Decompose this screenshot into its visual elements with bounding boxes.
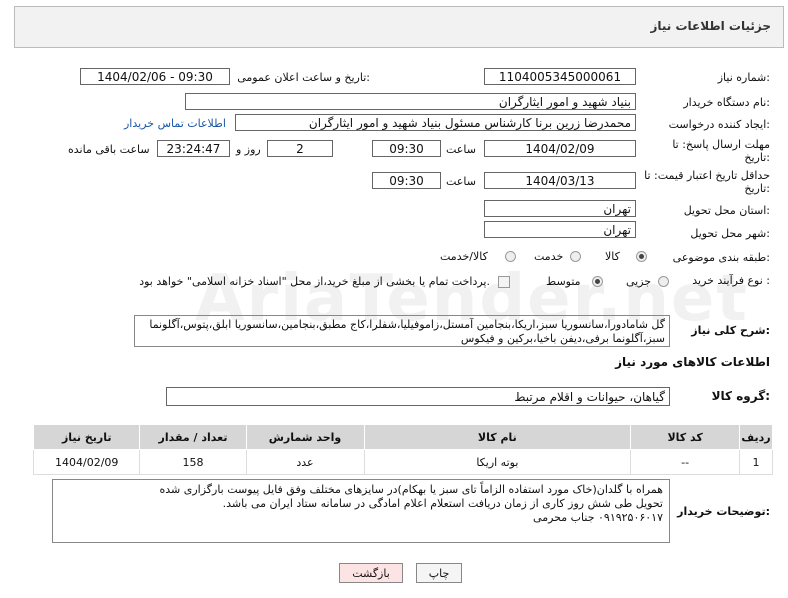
col-qty: تعداد / مقدار — [139, 424, 247, 450]
category-both-label: کالا/خدمت — [440, 250, 488, 263]
reply-date-field: 1404/02/09 — [484, 140, 636, 157]
need-number-label: شماره نیاز: — [717, 71, 770, 84]
treasury-checkbox[interactable] — [498, 276, 510, 288]
description-field: گل شامادورا،سانسوریا سبز،اریکا،بنجامین آ… — [134, 315, 670, 347]
announce-field: 1404/02/06 - 09:30 — [80, 68, 230, 85]
days-label: روز و — [236, 143, 261, 156]
purchase-small-radio[interactable] — [658, 276, 669, 287]
city-field: تهران — [484, 221, 636, 238]
category-service-radio[interactable] — [570, 251, 581, 262]
table-row[interactable]: 1 -- بوته اریکا عدد 158 1404/02/09 — [32, 449, 773, 475]
back-button[interactable]: بازگشت — [339, 563, 403, 583]
notes-line: تحویل طی شش روز کاری از زمان دریافت استع… — [222, 497, 663, 510]
province-label: استان محل تحویل: — [683, 204, 770, 217]
cell-name: بوته اریکا — [363, 449, 632, 475]
remaining-label: ساعت باقی مانده — [68, 143, 150, 156]
col-date: تاریخ نیاز — [32, 424, 141, 450]
category-goods-radio[interactable] — [636, 251, 647, 262]
notes-label: توضیحات خریدار: — [677, 505, 770, 518]
need-number-field: 1104005345000061 — [484, 68, 636, 85]
col-code: کد کالا — [630, 424, 741, 450]
purchase-medium-label: متوسط — [546, 275, 581, 288]
category-service-label: خدمت — [534, 250, 564, 263]
reply-time-label: ساعت — [446, 143, 476, 156]
price-date-field: 1404/03/13 — [484, 172, 636, 189]
col-unit: واحد شمارش — [245, 424, 365, 450]
cell-unit: عدد — [245, 449, 365, 475]
price-deadline-label: حداقل تاریخ اعتبار قیمت: تا تاریخ: — [644, 169, 770, 195]
remaining-time-field: 23:24:47 — [157, 140, 230, 157]
announce-label: تاریخ و ساعت اعلان عمومی: — [237, 71, 370, 84]
notes-line: ۰۹۱۹۲۵۰۶۰۱۷ جناب محرمی — [533, 511, 663, 524]
cell-date: 1404/02/09 — [32, 449, 141, 475]
col-name: نام کالا — [363, 424, 632, 450]
category-goods-label: کالا — [605, 250, 620, 263]
creator-field: محمدرضا زرین برنا کارشناس مسئول بنیاد شه… — [235, 114, 636, 131]
cell-row: 1 — [739, 449, 773, 475]
goods-section-title: اطلاعات کالاهای مورد نیاز — [615, 355, 770, 369]
category-label: طبقه بندی موضوعی: — [672, 251, 770, 264]
goods-group-field: گیاهان، حیوانات و اقلام مرتبط — [166, 387, 670, 406]
description-label: شرح کلی نیاز: — [691, 324, 770, 337]
reply-time-field: 09:30 — [372, 140, 441, 157]
purchase-small-label: جزیی — [626, 275, 652, 288]
goods-group-label: گروه کالا: — [711, 389, 770, 403]
notes-field: همراه با گلدان(خاک مورد استفاده الزاماً … — [52, 479, 670, 543]
price-time-label: ساعت — [446, 175, 476, 188]
creator-label: ایجاد کننده درخواست: — [668, 118, 770, 131]
notes-line: همراه با گلدان(خاک مورد استفاده الزاماً … — [159, 483, 663, 496]
payment-note: پرداخت تمام یا بخشی از مبلغ خرید،از محل … — [139, 275, 490, 288]
goods-table: ردیف کد کالا نام کالا واحد شمارش تعداد /… — [32, 424, 773, 475]
cell-qty: 158 — [139, 449, 247, 475]
page-title: جزئیات اطلاعات نیاز — [650, 19, 771, 33]
buyer-org-field: بنیاد شهید و امور ایثارگران — [185, 93, 636, 110]
days-field: 2 — [267, 140, 333, 157]
province-field: تهران — [484, 200, 636, 217]
category-both-radio[interactable] — [505, 251, 516, 262]
city-label: شهر محل تحویل: — [690, 227, 770, 240]
reply-deadline-label: مهلت ارسال پاسخ: تا تاریخ: — [672, 138, 770, 164]
purchase-medium-radio[interactable] — [592, 276, 603, 287]
goods-table-header: ردیف کد کالا نام کالا واحد شمارش تعداد /… — [32, 424, 773, 450]
buyer-org-label: نام دستگاه خریدار: — [683, 96, 770, 109]
contact-info-link[interactable]: اطلاعات تماس خریدار — [124, 117, 226, 130]
header-bar: جزئیات اطلاعات نیاز — [14, 6, 784, 48]
print-button[interactable]: چاپ — [416, 563, 462, 583]
purchase-type-label: نوع فرآیند خرید : — [692, 274, 770, 287]
col-row: ردیف — [739, 424, 773, 450]
cell-code: -- — [630, 449, 741, 475]
price-time-field: 09:30 — [372, 172, 441, 189]
